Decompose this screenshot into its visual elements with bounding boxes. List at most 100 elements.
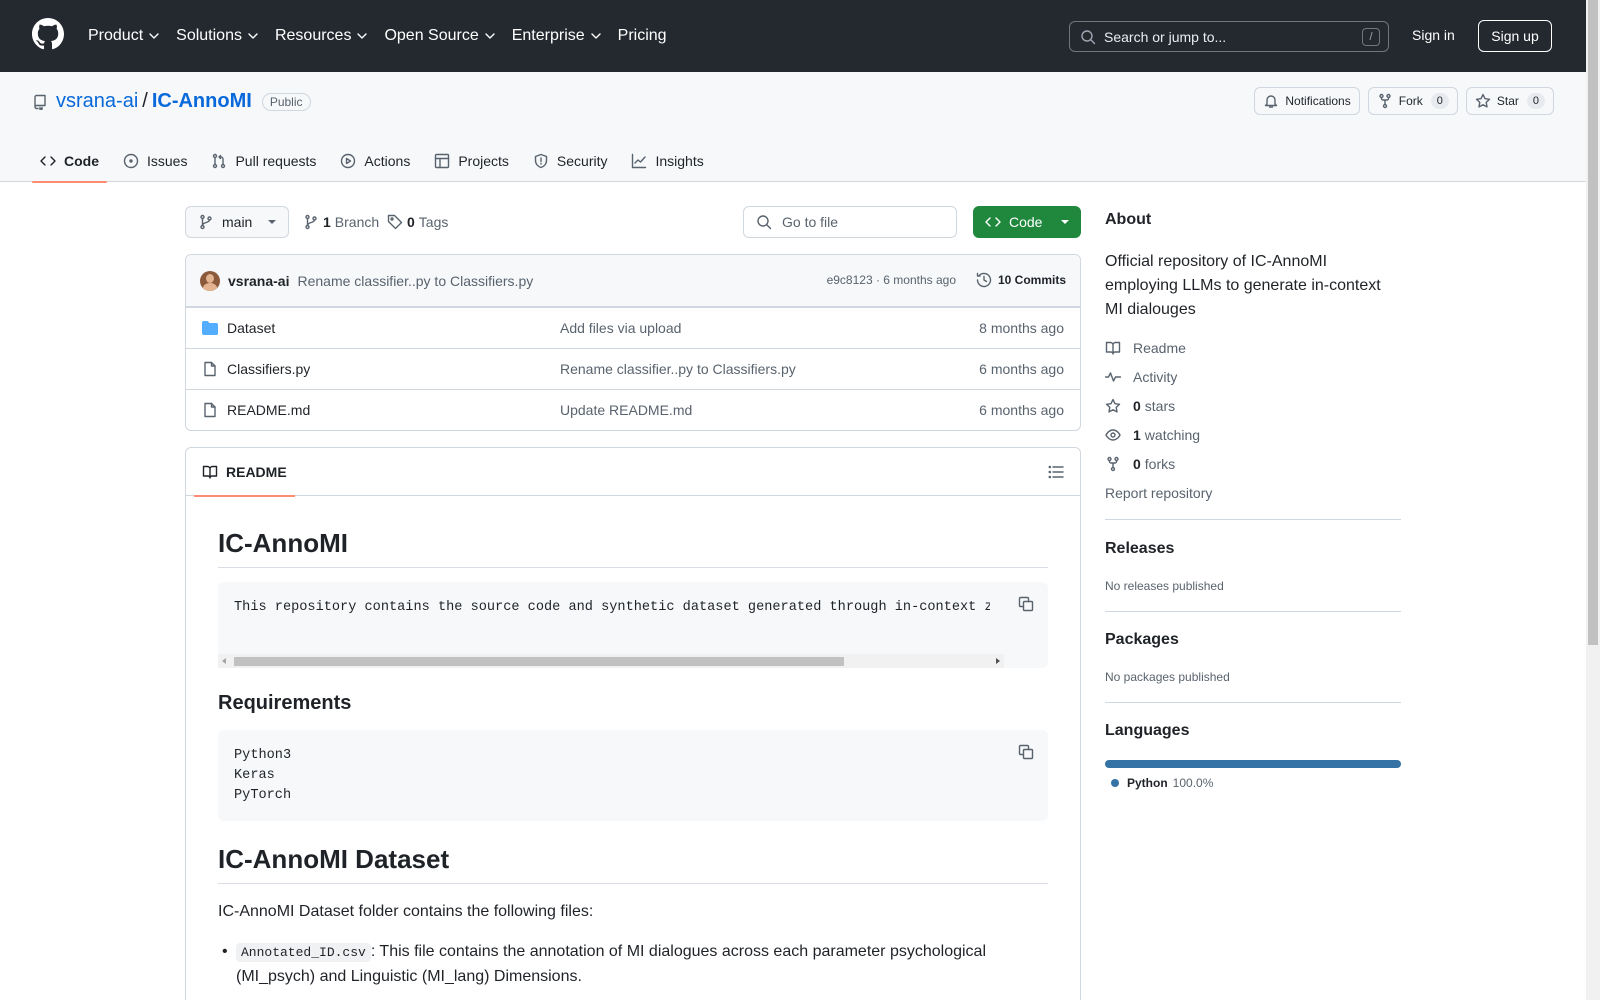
code-line: Keras	[234, 768, 275, 783]
commit-author[interactable]: vsrana-ai	[228, 273, 289, 289]
file-icon	[204, 361, 216, 377]
stars-link[interactable]: 0 stars	[1105, 398, 1175, 414]
branches-link[interactable]: 1 Branch	[303, 214, 379, 230]
commits-count-label: 10 Commits	[997, 273, 1066, 287]
go-to-file-input[interactable]: Go to file	[743, 206, 957, 238]
branch-name: main	[222, 214, 253, 230]
readme-header: README	[186, 448, 1080, 497]
notifications-button[interactable]: Notifications	[1254, 87, 1360, 115]
caret-down-icon	[268, 220, 276, 224]
commit-hash-time[interactable]: e9c8123 · 6 months ago	[827, 273, 956, 287]
watching-label: watching	[1144, 427, 1201, 443]
forks-link[interactable]: 0 forks	[1105, 456, 1175, 472]
repo-owner-link[interactable]: vsrana-ai	[56, 90, 138, 113]
nav-resources[interactable]: Resources	[275, 27, 368, 45]
sign-in-link[interactable]: Sign in	[1412, 27, 1455, 43]
tab-issues-label: Issues	[147, 153, 188, 169]
nav-enterprise[interactable]: Enterprise	[512, 27, 602, 45]
about-heading: About	[1105, 211, 1152, 228]
report-repository-label: Report repository	[1105, 485, 1213, 501]
github-logo-icon[interactable]	[32, 18, 64, 50]
star-button[interactable]: Star 0	[1465, 87, 1554, 115]
avatar[interactable]	[200, 270, 220, 291]
tab-code[interactable]: Code	[32, 140, 107, 183]
dataset-heading: IC-AnnoMI Dataset	[218, 844, 1048, 884]
code-line: PyTorch	[234, 788, 292, 803]
scroll-left-arrow-icon[interactable]	[222, 658, 226, 664]
page-scrollbar[interactable]	[1586, 0, 1600, 1000]
readme-tab[interactable]: README	[194, 448, 295, 497]
readme-link[interactable]: Readme	[1105, 340, 1186, 356]
file-name[interactable]: Dataset	[227, 320, 275, 336]
copy-icon[interactable]	[1018, 744, 1034, 760]
activity-link[interactable]: Activity	[1105, 369, 1177, 385]
nav-product[interactable]: Product	[88, 27, 160, 45]
nav-product-label: Product	[88, 27, 144, 44]
file-commit-message[interactable]: Rename classifier..py to Classifiers.py	[560, 361, 796, 377]
nav-open-source[interactable]: Open Source	[384, 27, 495, 45]
table-icon	[435, 153, 450, 169]
nav-solutions[interactable]: Solutions	[176, 27, 259, 45]
report-repository-link[interactable]: Report repository	[1105, 485, 1212, 501]
tab-security[interactable]: Security	[525, 140, 616, 182]
visibility-badge: Public	[261, 92, 311, 111]
shield-icon	[534, 153, 548, 169]
file-name[interactable]: README.md	[227, 402, 310, 418]
list-icon[interactable]	[1048, 464, 1064, 480]
scrollbar-thumb[interactable]	[1588, 0, 1598, 645]
commits-link[interactable]: 10 Commits	[976, 272, 1066, 288]
stars-label: stars	[1144, 398, 1176, 414]
file-commit-message[interactable]: Add files via upload	[560, 320, 681, 336]
releases-heading[interactable]: Releases	[1105, 540, 1174, 558]
tab-actions[interactable]: Actions	[332, 140, 418, 182]
chevron-down-icon	[248, 33, 258, 39]
global-nav: Product Solutions Resources Open Source …	[88, 0, 683, 72]
code-dropdown-button[interactable]: Code	[973, 206, 1081, 238]
go-to-file-placeholder: Go to file	[782, 214, 839, 230]
scrollbar-thumb[interactable]	[234, 657, 844, 666]
tab-issues[interactable]: Issues	[115, 140, 195, 182]
search-input[interactable]: Search or jump to... /	[1069, 21, 1389, 52]
latest-commit-bar: vsrana-ai Rename classifier..py to Class…	[186, 255, 1080, 307]
releases-note: No releases published	[1105, 579, 1224, 593]
repo-name-link[interactable]: IC-AnnoMI	[152, 90, 252, 113]
branch-selector[interactable]: main	[185, 206, 289, 238]
repo-separator: /	[142, 90, 148, 112]
tags-link[interactable]: 0 Tags	[387, 214, 448, 230]
nav-pricing[interactable]: Pricing	[618, 27, 667, 45]
copy-icon[interactable]	[1018, 596, 1034, 612]
readme-title: IC-AnnoMI	[218, 528, 1048, 568]
fork-button[interactable]: Fork 0	[1367, 87, 1458, 115]
branch-count: 1	[323, 214, 331, 230]
scroll-right-arrow-icon[interactable]	[996, 658, 1000, 664]
star-icon	[1105, 398, 1121, 413]
caret-down-icon	[1061, 220, 1069, 224]
horizontal-scrollbar[interactable]	[218, 654, 1004, 668]
tab-pull-requests[interactable]: Pull requests	[203, 140, 324, 182]
language-name: Python	[1127, 776, 1168, 790]
file-row[interactable]: README.md Update README.md 6 months ago	[186, 389, 1080, 430]
language-item[interactable]: Python 100.0%	[1111, 776, 1213, 790]
sign-up-button[interactable]: Sign up	[1478, 20, 1552, 52]
play-icon	[341, 153, 356, 169]
code-button-label: Code	[1009, 214, 1043, 230]
code-line: Python3	[234, 748, 292, 763]
fork-icon	[1107, 456, 1119, 472]
tag-count: 0	[407, 214, 415, 230]
star-icon	[1475, 93, 1491, 108]
repo-actions: Notifications Fork 0 Star 0	[1246, 87, 1554, 115]
star-label: Star	[1496, 94, 1519, 108]
tag-icon	[387, 214, 403, 230]
file-row[interactable]: Dataset Add files via upload 8 months ag…	[186, 307, 1080, 348]
tab-projects[interactable]: Projects	[426, 140, 517, 182]
folder-icon	[202, 321, 218, 335]
file-name[interactable]: Classifiers.py	[227, 361, 310, 377]
list-item: Annotated_ID.csv: This file contains the…	[222, 940, 1036, 989]
tab-insights[interactable]: Insights	[623, 140, 711, 182]
commit-message[interactable]: Rename classifier..py to Classifiers.py	[297, 273, 533, 289]
fork-count: 0	[1430, 93, 1449, 109]
file-commit-message[interactable]: Update README.md	[560, 402, 692, 418]
packages-heading[interactable]: Packages	[1105, 631, 1179, 649]
watching-link[interactable]: 1 watching	[1105, 427, 1200, 443]
file-row[interactable]: Classifiers.py Rename classifier..py to …	[186, 348, 1080, 389]
